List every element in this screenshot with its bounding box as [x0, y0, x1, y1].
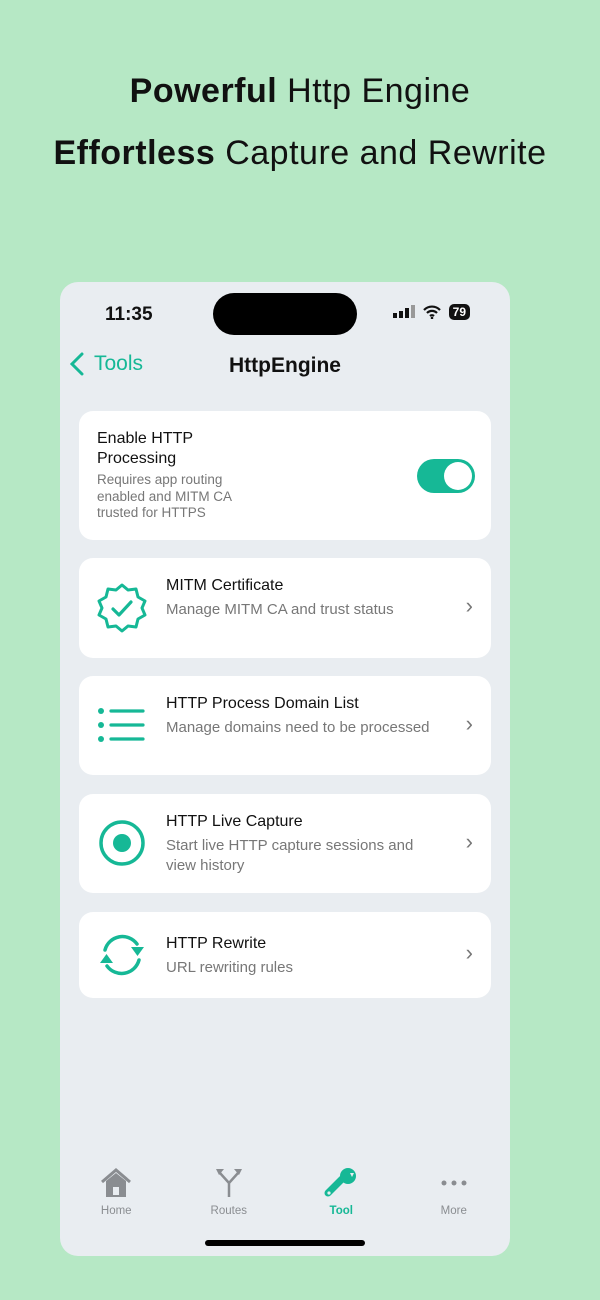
status-icons: 79 — [392, 304, 470, 320]
status-time: 11:35 — [105, 304, 153, 325]
enable-http-title: Enable HTTP Processing — [97, 430, 193, 467]
tab-more[interactable]: More — [398, 1167, 511, 1217]
phone-screen: 11:35 79 Tools HttpEngine Enable HTTP Pr… — [60, 282, 510, 1256]
enable-http-subtitle: Requires app routing enabled and MITM CA… — [97, 472, 232, 520]
page-title: HttpEngine — [229, 354, 341, 377]
tab-routes[interactable]: Routes — [173, 1167, 286, 1217]
enable-http-card: Enable HTTP Processing Requires app rout… — [79, 411, 491, 540]
headline-line-1: Powerful Http Engine — [129, 72, 471, 110]
chevron-right-icon: › — [465, 711, 473, 736]
item-title: HTTP Process Domain List — [166, 695, 359, 712]
item-title: MITM Certificate — [166, 577, 284, 594]
enable-http-toggle[interactable] — [417, 459, 475, 493]
tab-label: Routes — [210, 1205, 247, 1217]
list-item-domain-list[interactable]: HTTP Process Domain List Manage domains n… — [79, 676, 491, 775]
list-item-http-rewrite[interactable]: HTTP Rewrite URL rewriting rules › — [79, 912, 491, 998]
list-icon — [95, 698, 149, 752]
wrench-icon — [324, 1168, 357, 1197]
item-subtitle: Manage domains need to be processed — [166, 719, 430, 736]
certificate-badge-icon — [95, 581, 149, 635]
signal-icon — [392, 305, 415, 318]
tab-bar: Home Routes Tool More — [60, 1167, 510, 1217]
item-subtitle: Manage MITM CA and trust status — [166, 601, 394, 618]
list-item-mitm-certificate[interactable]: MITM Certificate Manage MITM CA and trust… — [79, 558, 491, 658]
chevron-right-icon: › — [465, 829, 473, 854]
tab-label: Home — [100, 1205, 132, 1217]
list-item-live-capture[interactable]: HTTP Live Capture Start live HTTP capture… — [79, 794, 491, 893]
battery-indicator: 79 — [448, 304, 470, 320]
tab-home[interactable]: Home — [60, 1167, 173, 1217]
dynamic-island — [213, 293, 357, 335]
home-indicator[interactable] — [205, 1240, 365, 1246]
record-icon — [95, 816, 149, 870]
chevron-right-icon: › — [465, 593, 473, 618]
item-subtitle: URL rewriting rules — [166, 959, 293, 976]
item-title: HTTP Rewrite — [166, 935, 267, 952]
headline-line-2: Effortless Capture and Rewrite — [53, 134, 547, 172]
home-icon — [101, 1168, 132, 1197]
refresh-icon — [95, 928, 149, 982]
tab-tool[interactable]: Tool — [285, 1167, 398, 1217]
item-subtitle: Start live HTTP capture sessions and vie… — [166, 837, 414, 874]
tab-label: Tool — [329, 1205, 353, 1217]
more-dots-icon — [441, 1180, 467, 1186]
fork-icon — [215, 1169, 242, 1197]
wifi-icon — [422, 305, 441, 319]
tab-label: More — [440, 1205, 467, 1217]
item-title: HTTP Live Capture — [166, 813, 303, 830]
chevron-right-icon: › — [465, 940, 473, 965]
